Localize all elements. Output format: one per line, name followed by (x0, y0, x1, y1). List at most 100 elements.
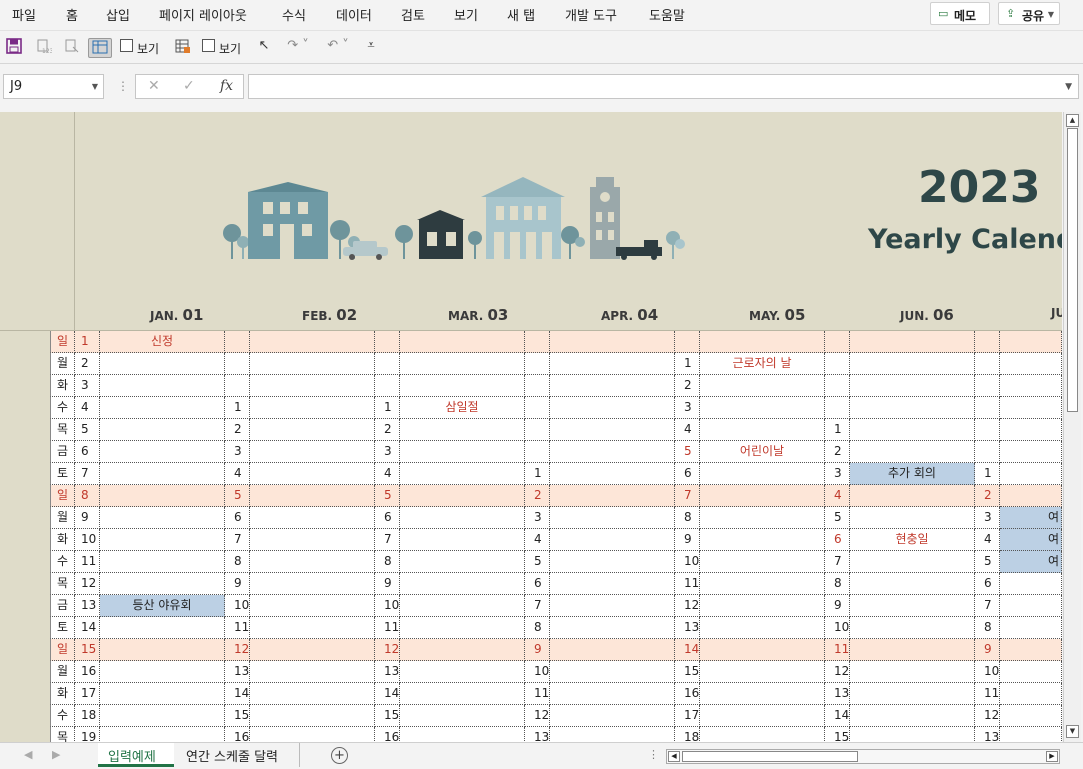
date-cell[interactable]: 15 (825, 727, 850, 742)
event-cell[interactable] (250, 419, 375, 441)
event-cell[interactable] (250, 375, 375, 397)
date-cell[interactable]: 6 (525, 573, 550, 595)
event-cell[interactable] (1000, 397, 1062, 419)
event-cell[interactable] (100, 397, 225, 419)
weekday-cell[interactable]: 월 (50, 661, 75, 683)
weekday-cell[interactable]: 토 (50, 617, 75, 639)
date-cell[interactable]: 13 (375, 661, 400, 683)
weekday-cell[interactable]: 화 (50, 529, 75, 551)
event-cell[interactable] (550, 705, 675, 727)
event-cell[interactable] (100, 617, 225, 639)
menu-review[interactable]: 검토 (401, 5, 425, 24)
event-cell[interactable] (550, 617, 675, 639)
weekday-cell[interactable]: 월 (50, 353, 75, 375)
view-checkbox-1[interactable] (120, 39, 133, 52)
event-cell[interactable] (700, 727, 825, 742)
event-cell[interactable]: 여 (1000, 551, 1062, 573)
date-cell[interactable] (675, 331, 700, 353)
event-cell[interactable] (850, 551, 975, 573)
splitter-handle-icon[interactable]: ⋮ (648, 748, 659, 761)
weekday-cell[interactable]: 일 (50, 639, 75, 661)
undo-icon[interactable]: ↶ ˅ (323, 38, 353, 58)
weekday-cell[interactable]: 금 (50, 441, 75, 463)
day-number-cell[interactable]: 5 (75, 419, 100, 441)
chevron-down-icon[interactable]: ▼ (92, 82, 98, 91)
date-cell[interactable]: 4 (225, 463, 250, 485)
event-cell[interactable] (550, 331, 675, 353)
event-cell[interactable]: 여 (1000, 529, 1062, 551)
event-cell[interactable]: 현충일 (850, 529, 975, 551)
date-cell[interactable]: 1 (825, 419, 850, 441)
date-cell[interactable]: 12 (675, 595, 700, 617)
event-cell[interactable] (700, 595, 825, 617)
event-cell[interactable] (850, 375, 975, 397)
event-cell[interactable] (700, 617, 825, 639)
event-cell[interactable] (550, 375, 675, 397)
date-cell[interactable]: 9 (225, 573, 250, 595)
date-cell[interactable]: 13 (525, 727, 550, 742)
event-cell[interactable] (550, 573, 675, 595)
date-cell[interactable]: 7 (525, 595, 550, 617)
date-cell[interactable]: 6 (375, 507, 400, 529)
event-cell[interactable] (700, 529, 825, 551)
cancel-icon[interactable]: ✕ (148, 78, 160, 94)
event-cell[interactable] (400, 375, 525, 397)
day-number-cell[interactable]: 11 (75, 551, 100, 573)
menu-insert[interactable]: 삽입 (106, 5, 130, 24)
date-cell[interactable]: 4 (825, 485, 850, 507)
event-cell[interactable] (400, 573, 525, 595)
date-cell[interactable] (225, 353, 250, 375)
event-cell[interactable] (700, 573, 825, 595)
date-cell[interactable]: 4 (375, 463, 400, 485)
weekday-cell[interactable]: 일 (50, 485, 75, 507)
event-cell[interactable] (250, 551, 375, 573)
event-cell[interactable] (400, 727, 525, 742)
date-cell[interactable]: 4 (525, 529, 550, 551)
date-cell[interactable]: 14 (675, 639, 700, 661)
date-cell[interactable] (825, 331, 850, 353)
event-cell[interactable] (550, 727, 675, 742)
menu-home[interactable]: 홈 (66, 5, 78, 24)
date-cell[interactable]: 17 (675, 705, 700, 727)
weekday-cell[interactable]: 일 (50, 331, 75, 353)
date-cell[interactable]: 15 (675, 661, 700, 683)
event-cell[interactable] (250, 485, 375, 507)
event-cell[interactable] (700, 463, 825, 485)
event-cell[interactable] (100, 529, 225, 551)
weekday-cell[interactable]: 화 (50, 375, 75, 397)
event-cell[interactable] (100, 661, 225, 683)
event-cell[interactable] (400, 441, 525, 463)
paste-values-icon[interactable]: 123 (34, 38, 54, 58)
day-number-cell[interactable]: 18 (75, 705, 100, 727)
scroll-right-icon[interactable]: ▶ (1046, 751, 1058, 762)
event-cell[interactable] (550, 507, 675, 529)
event-cell[interactable] (1000, 639, 1062, 661)
event-cell[interactable] (100, 705, 225, 727)
date-cell[interactable]: 16 (675, 683, 700, 705)
event-cell[interactable] (1000, 705, 1062, 727)
date-cell[interactable]: 14 (225, 683, 250, 705)
event-cell[interactable] (400, 595, 525, 617)
horizontal-scrollbar[interactable]: ◀ ▶ (666, 749, 1060, 764)
date-cell[interactable]: 8 (225, 551, 250, 573)
event-cell[interactable] (100, 683, 225, 705)
date-cell[interactable]: 15 (225, 705, 250, 727)
event-cell[interactable] (550, 661, 675, 683)
event-cell[interactable] (850, 441, 975, 463)
date-cell[interactable] (975, 397, 1000, 419)
event-cell[interactable] (700, 639, 825, 661)
date-cell[interactable] (825, 397, 850, 419)
horizontal-scrollbar-thumb[interactable] (682, 751, 858, 762)
event-cell[interactable] (700, 705, 825, 727)
event-cell[interactable]: 근로자의 날 (700, 353, 825, 375)
event-cell[interactable] (1000, 661, 1062, 683)
event-cell[interactable] (100, 375, 225, 397)
date-cell[interactable]: 13 (825, 683, 850, 705)
weekday-cell[interactable]: 수 (50, 551, 75, 573)
date-cell[interactable]: 8 (675, 507, 700, 529)
event-cell[interactable] (400, 551, 525, 573)
date-cell[interactable]: 11 (375, 617, 400, 639)
worksheet[interactable]: 2023 Yearly Calenda JAN. 01 FEB. 02 MAR.… (0, 112, 1062, 742)
event-cell[interactable] (700, 331, 825, 353)
formula-input[interactable]: ▼ (248, 74, 1079, 99)
